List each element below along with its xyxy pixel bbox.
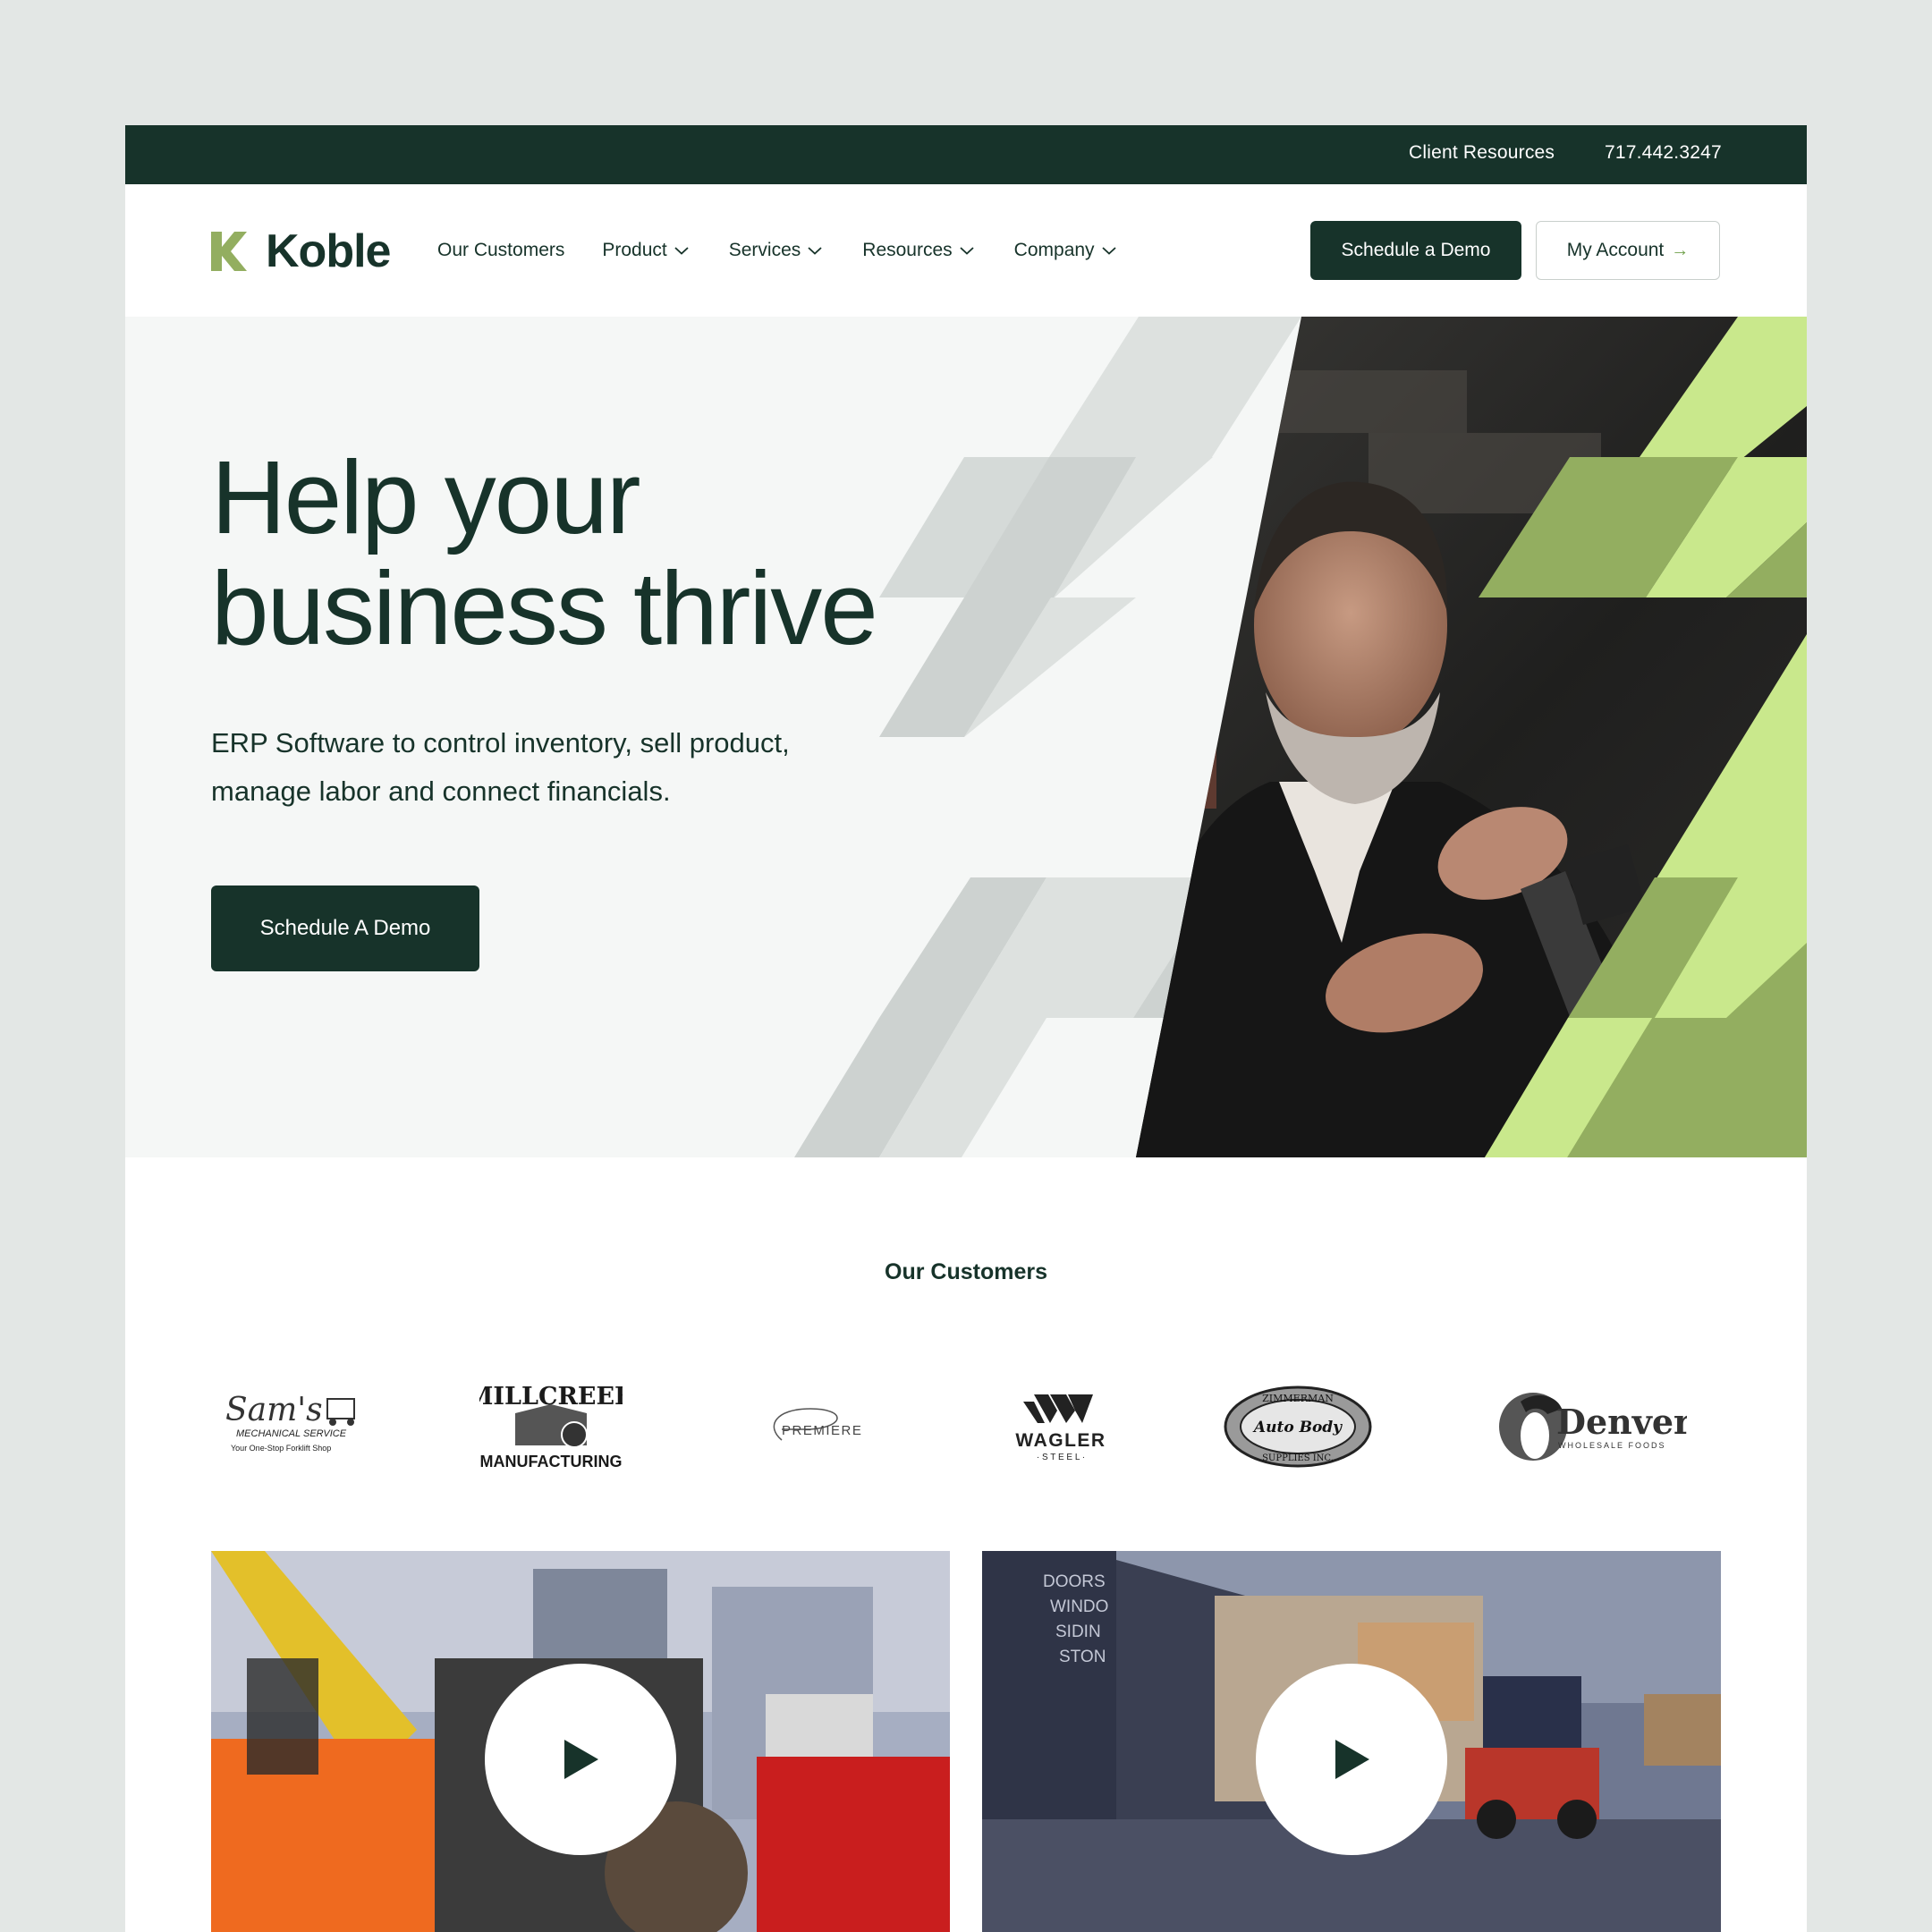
koble-logo[interactable]: Koble: [211, 225, 391, 277]
svg-text:Your One-Stop Forklift Shop: Your One-Stop Forklift Shop: [231, 1444, 331, 1453]
hero-title-line2: business thrive: [211, 550, 878, 666]
svg-text:WINDO: WINDO: [1050, 1597, 1108, 1616]
nav-item-our-customers[interactable]: Our Customers: [437, 240, 564, 261]
my-account-button[interactable]: My Account →: [1536, 221, 1720, 280]
sams-mechanical-logo[interactable]: Sam's MECHANICAL SERVICE Your One-Stop F…: [220, 1355, 372, 1498]
phone-link[interactable]: 717.442.3247: [1605, 125, 1722, 184]
svg-text:WHOLESALE FOODS: WHOLESALE FOODS: [1558, 1441, 1666, 1450]
svg-text:DOORS: DOORS: [1043, 1572, 1106, 1591]
svg-text:STON: STON: [1059, 1648, 1106, 1666]
play-icon: [1335, 1740, 1369, 1779]
play-button[interactable]: [485, 1664, 676, 1855]
schedule-demo-button[interactable]: Schedule a Demo: [1310, 221, 1521, 280]
millcreek-logo-graphic: MILLCREEK MANUFACTURING: [479, 1383, 623, 1470]
nav-item-resources[interactable]: Resources: [862, 240, 974, 261]
nav-item-label: Company: [1013, 240, 1095, 260]
hero-section: Help your business thrive ERP Software t…: [125, 317, 1807, 1157]
wagler-steel-logo[interactable]: WAGLER · S T E E L ·: [998, 1355, 1123, 1498]
customer-logos: Sam's MECHANICAL SERVICE Your One-Stop F…: [211, 1355, 1721, 1498]
utility-bar: Client Resources 717.442.3247: [125, 125, 1807, 184]
chevron-down-icon: [808, 247, 822, 255]
page-frame: Client Resources 717.442.3247 Koble Our …: [125, 125, 1807, 1932]
nav-item-label: Services: [728, 240, 801, 260]
sams-logo-graphic: Sam's MECHANICAL SERVICE Your One-Stop F…: [225, 1392, 355, 1453]
svg-text:WAGLER: WAGLER: [1015, 1430, 1106, 1451]
my-account-label: My Account: [1566, 240, 1665, 260]
svg-text:SUPPLIES INC.: SUPPLIES INC.: [1262, 1453, 1334, 1463]
video-lumber-yard[interactable]: DOORS WINDO SIDIN STON: [982, 1551, 1721, 1932]
koble-logo-icon: [211, 232, 247, 271]
svg-text:Auto Body: Auto Body: [1252, 1419, 1343, 1436]
hero-title-line1: Help your: [211, 439, 640, 555]
denver-logo-graphic: Denver WHOLESALE FOODS: [1499, 1393, 1687, 1461]
play-icon: [564, 1740, 598, 1779]
nav-item-label: Resources: [862, 240, 953, 260]
client-resources-link[interactable]: Client Resources: [1409, 125, 1555, 184]
nav-item-services[interactable]: Services: [729, 240, 823, 261]
hero-title: Help your business thrive: [211, 439, 878, 666]
play-button[interactable]: [1256, 1664, 1447, 1855]
brand-name: Koble: [266, 225, 391, 277]
premiere-logo-graphic: PREMIERE: [773, 1408, 862, 1441]
wagler-logo-graphic: WAGLER · S T E E L ·: [1015, 1394, 1106, 1462]
svg-text:· S T E E L ·: · S T E E L ·: [1037, 1453, 1085, 1462]
svg-text:PREMIERE: PREMIERE: [782, 1423, 862, 1438]
nav-item-company[interactable]: Company: [1014, 240, 1116, 261]
svg-text:Denver: Denver: [1556, 1402, 1687, 1442]
nav-item-label: Product: [602, 240, 667, 260]
svg-text:MANUFACTURING: MANUFACTURING: [480, 1453, 623, 1470]
video-forklift-repair[interactable]: [211, 1551, 950, 1932]
svg-text:Sam's: Sam's: [225, 1392, 323, 1428]
svg-text:MECHANICAL SERVICE: MECHANICAL SERVICE: [236, 1428, 347, 1439]
arrow-right-icon: →: [1671, 240, 1690, 260]
premiere-logo[interactable]: PREMIERE: [748, 1355, 909, 1498]
customers-heading: Our Customers: [885, 1259, 1047, 1284]
nav-item-label: Our Customers: [437, 240, 565, 260]
millcreek-logo[interactable]: MILLCREEK MANUFACTURING: [479, 1355, 623, 1498]
nav-menu: Our Customers Product Services Resources…: [437, 184, 1116, 317]
zimmerman-logo[interactable]: ZIMMERMAN Auto Body SUPPLIES INC.: [1222, 1355, 1374, 1498]
hero-subtitle: ERP Software to control inventory, sell …: [211, 727, 790, 807]
zimmerman-logo-graphic: ZIMMERMAN Auto Body SUPPLIES INC.: [1224, 1385, 1372, 1468]
chevron-down-icon: [1101, 247, 1116, 255]
chevron-down-icon: [674, 247, 689, 255]
chevron-down-icon: [960, 247, 974, 255]
svg-text:SIDIN: SIDIN: [1055, 1623, 1101, 1641]
nav-item-product[interactable]: Product: [602, 240, 689, 261]
svg-text:ZIMMERMAN: ZIMMERMAN: [1262, 1393, 1334, 1404]
denver-logo[interactable]: Denver WHOLESALE FOODS: [1499, 1355, 1687, 1498]
hero-schedule-demo-button[interactable]: Schedule A Demo: [211, 886, 479, 971]
